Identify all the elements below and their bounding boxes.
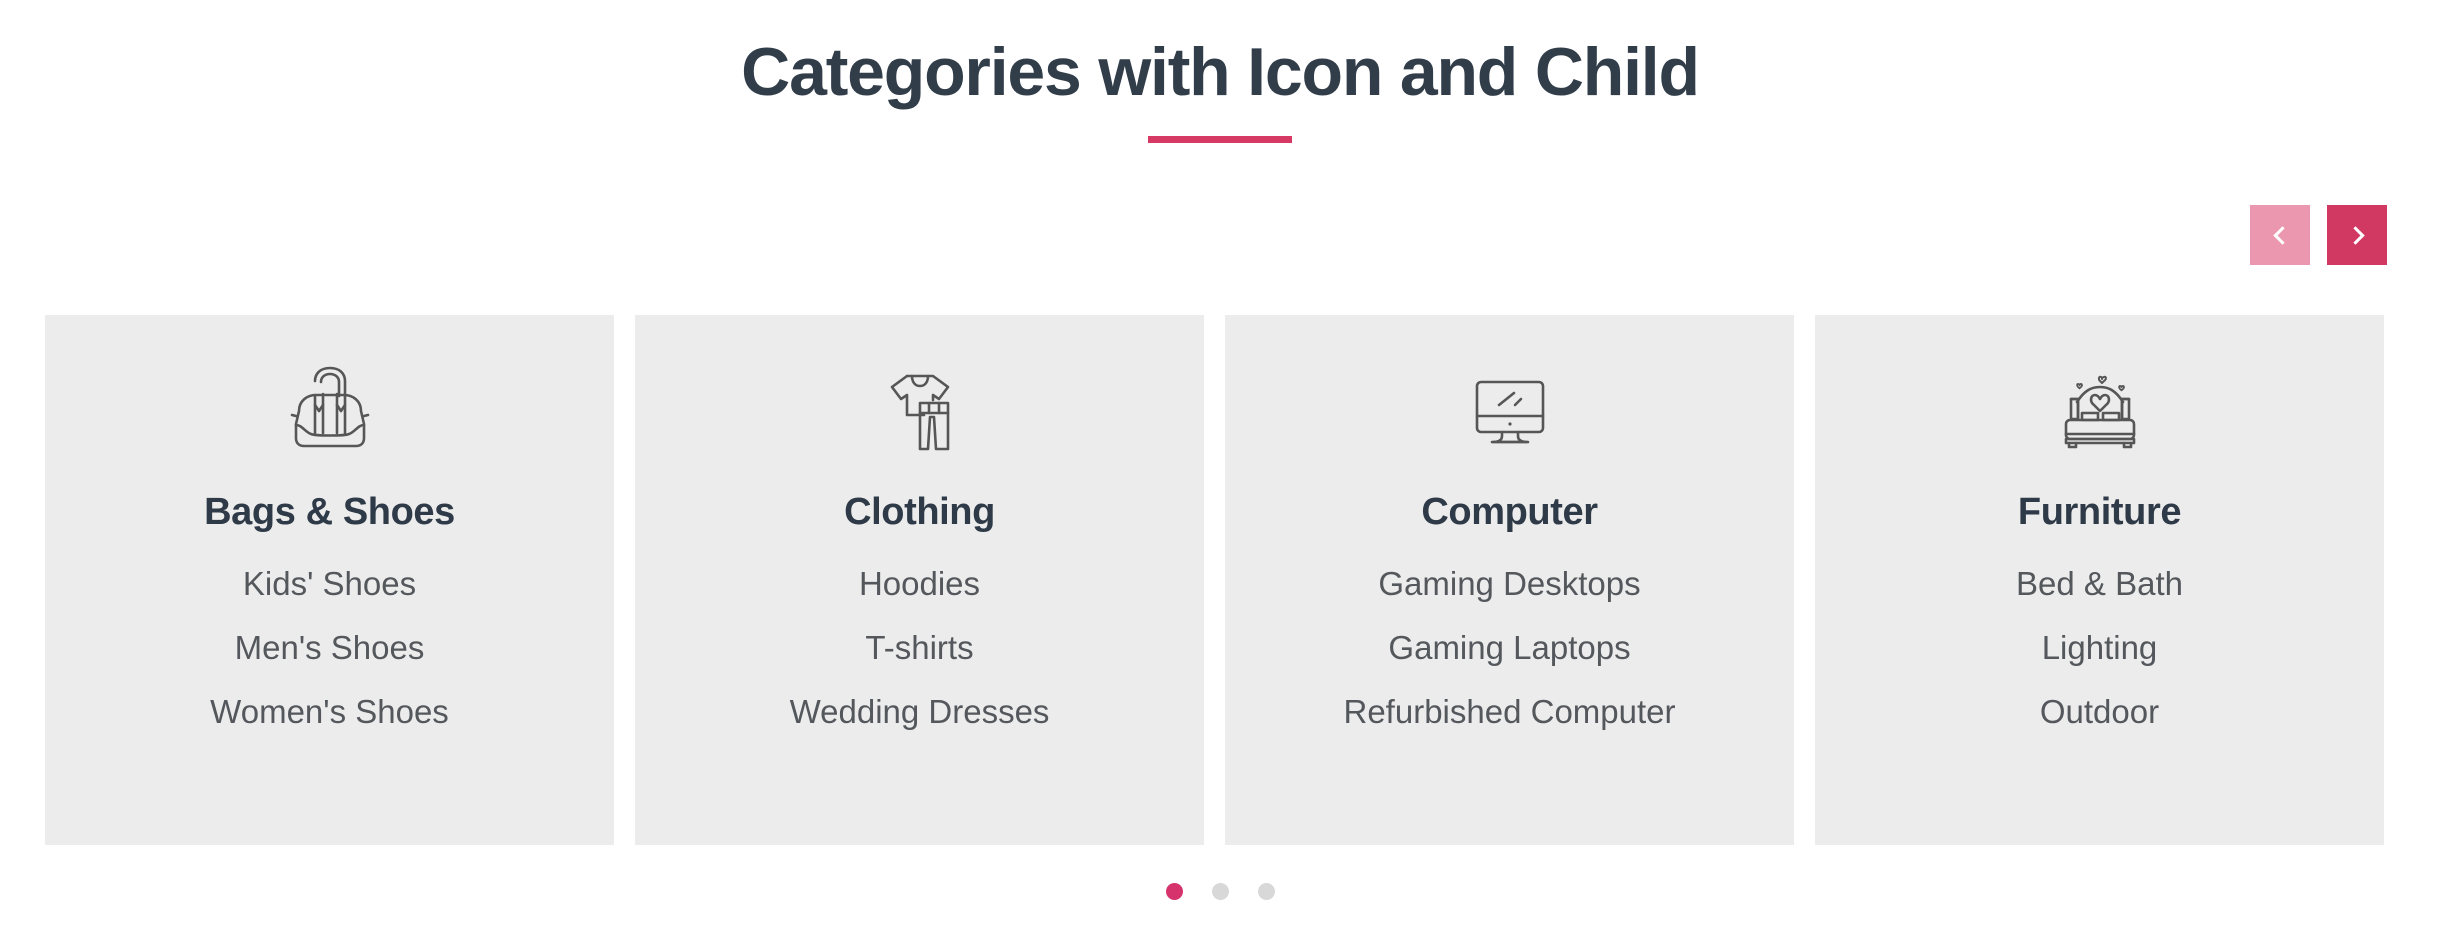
- category-child-link[interactable]: Wedding Dresses: [790, 685, 1050, 739]
- category-child-link[interactable]: Outdoor: [2040, 685, 2159, 739]
- carousel-viewport: Bags & Shoes Kids' Shoes Men's Shoes Wom…: [0, 315, 2440, 845]
- handbag-icon: [278, 361, 382, 465]
- category-children: Kids' Shoes Men's Shoes Women's Shoes: [210, 557, 449, 739]
- category-children: Gaming Desktops Gaming Laptops Refurbish…: [1344, 557, 1676, 739]
- chevron-right-icon: [2345, 225, 2365, 245]
- categories-carousel-section: Categories with Icon and Child Bags & Sh…: [0, 0, 2440, 942]
- pagination-dot-2[interactable]: [1211, 883, 1229, 900]
- category-title: Computer: [1421, 491, 1598, 533]
- pagination-dot-3[interactable]: [1257, 883, 1275, 900]
- category-card-computer[interactable]: Computer Gaming Desktops Gaming Laptops …: [1225, 315, 1794, 845]
- category-child-link[interactable]: Kids' Shoes: [243, 557, 416, 611]
- carousel-pagination: [0, 883, 2440, 900]
- bed-icon: [2048, 361, 2152, 465]
- carousel-prev-button[interactable]: [2250, 205, 2310, 265]
- category-title: Furniture: [2017, 491, 2182, 533]
- page-title: Categories with Icon and Child: [741, 34, 1700, 110]
- clothing-icon: [868, 361, 972, 465]
- chevron-left-icon: [2272, 225, 2292, 245]
- category-child-link[interactable]: Bed & Bath: [2016, 557, 2183, 611]
- category-title: Clothing: [844, 491, 995, 533]
- carousel-nav: [2250, 205, 2387, 265]
- title-underline: [1148, 136, 1292, 143]
- category-card-bags-shoes[interactable]: Bags & Shoes Kids' Shoes Men's Shoes Wom…: [45, 315, 614, 845]
- section-header: Categories with Icon and Child: [0, 26, 2440, 143]
- category-children: Hoodies T-shirts Wedding Dresses: [790, 557, 1050, 739]
- category-card-furniture[interactable]: Furniture Bed & Bath Lighting Outdoor: [1815, 315, 2384, 845]
- desktop-monitor-icon: [1458, 361, 1562, 465]
- category-child-link[interactable]: Refurbished Computer: [1344, 685, 1676, 739]
- category-title: Bags & Shoes: [204, 491, 455, 533]
- category-child-link[interactable]: Lighting: [2042, 621, 2158, 675]
- category-child-link[interactable]: T-shirts: [865, 621, 973, 675]
- carousel-next-button[interactable]: [2327, 205, 2387, 265]
- category-child-link[interactable]: Gaming Desktops: [1378, 557, 1640, 611]
- category-child-link[interactable]: Hoodies: [859, 557, 980, 611]
- category-child-link[interactable]: Women's Shoes: [210, 685, 449, 739]
- category-children: Bed & Bath Lighting Outdoor: [2016, 557, 2183, 739]
- category-child-link[interactable]: Gaming Laptops: [1388, 621, 1630, 675]
- category-card-clothing[interactable]: Clothing Hoodies T-shirts Wedding Dresse…: [635, 315, 1204, 845]
- category-child-link[interactable]: Men's Shoes: [235, 621, 425, 675]
- carousel-track: Bags & Shoes Kids' Shoes Men's Shoes Wom…: [45, 315, 2384, 845]
- pagination-dot-1[interactable]: [1165, 883, 1183, 900]
